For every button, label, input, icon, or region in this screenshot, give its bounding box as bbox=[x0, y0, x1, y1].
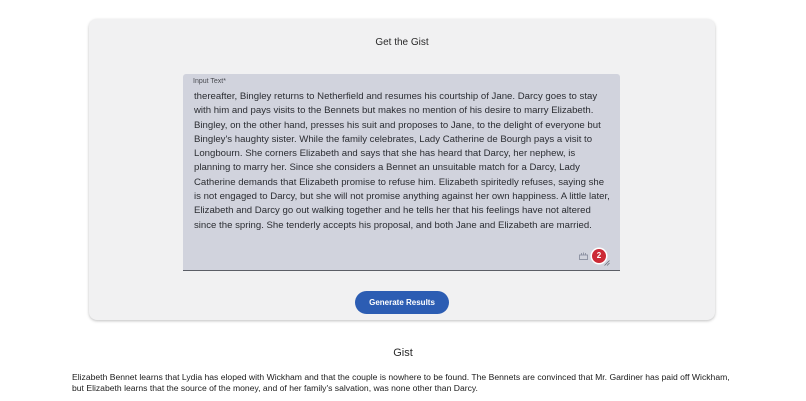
grammar-check-icon[interactable] bbox=[579, 252, 588, 260]
gist-heading: Gist bbox=[393, 347, 413, 359]
page: Get the Gist Input Text* thereafter, Bin… bbox=[0, 0, 806, 401]
resize-handle-icon[interactable] bbox=[604, 260, 610, 266]
gist-form-card: Get the Gist Input Text* thereafter, Bin… bbox=[89, 19, 715, 320]
input-text-value[interactable]: thereafter, Bingley returns to Netherfie… bbox=[194, 90, 610, 233]
input-text-label: Input Text* bbox=[193, 78, 230, 85]
input-text-field[interactable]: Input Text* thereafter, Bingley returns … bbox=[183, 74, 620, 271]
card-title: Get the Gist bbox=[375, 37, 429, 48]
gist-result-text: Elizabeth Bennet learns that Lydia has e… bbox=[72, 372, 730, 393]
generate-results-button[interactable]: Generate Results bbox=[355, 291, 449, 314]
